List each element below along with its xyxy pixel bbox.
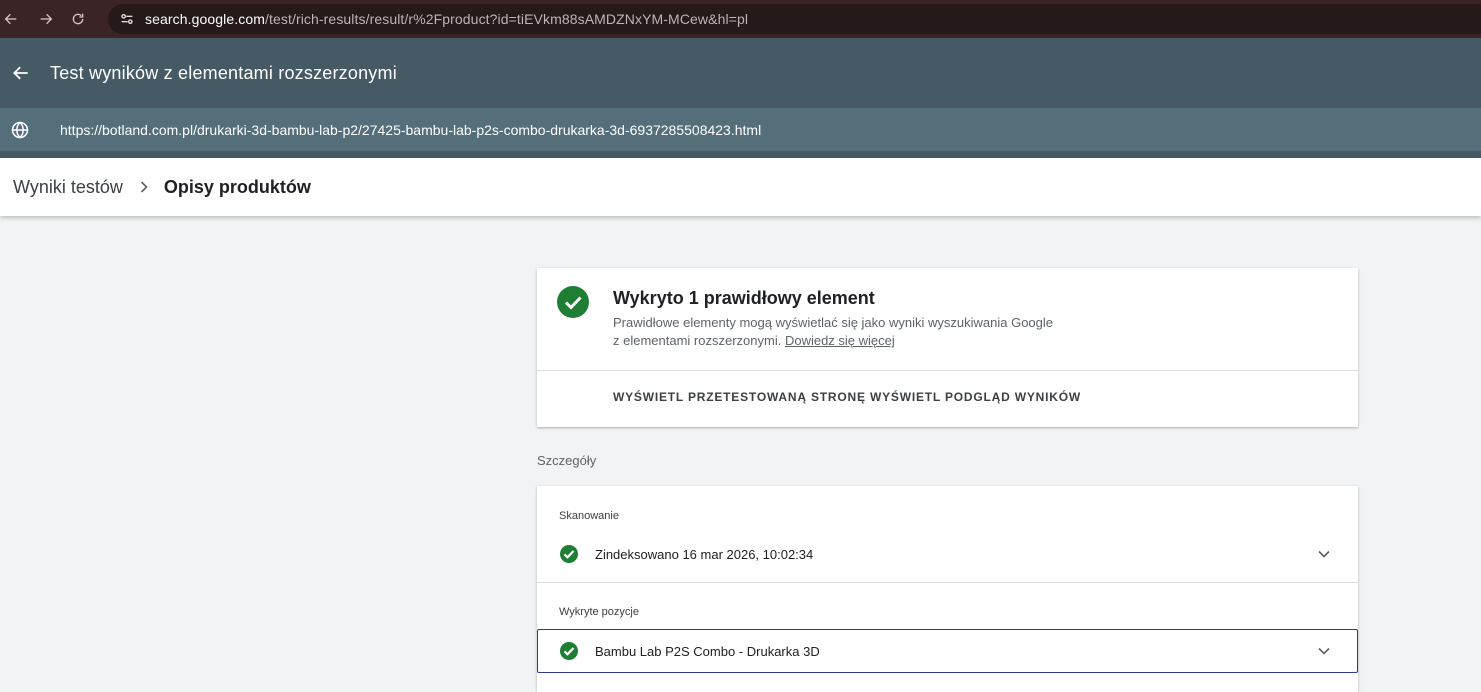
tested-url-bar: https://botland.com.pl/drukarki-3d-bambu…	[0, 108, 1481, 151]
arrow-back-icon	[4, 13, 17, 25]
view-results-preview-button[interactable]: WYŚWIETL PODGLĄD WYNIKÓW	[870, 390, 1081, 404]
summary-desc-line1: Prawidłowe elementy mogą wyświetlać się …	[613, 315, 1054, 330]
address-bar[interactable]: search.google.com/test/rich-results/resu…	[108, 4, 1481, 34]
arrow-back-icon	[13, 66, 28, 80]
divider	[537, 370, 1358, 371]
url-path: /test/rich-results/result/r%2Fproduct?id…	[265, 11, 749, 27]
url-host: search.google.com	[145, 11, 265, 27]
breadcrumb-test-results[interactable]: Wyniki testów	[13, 177, 123, 198]
app-header: Test wyników z elementami rozszerzonymi	[0, 38, 1481, 108]
breadcrumb-current: Opisy produktów	[163, 176, 311, 197]
browser-toolbar: search.google.com/test/rich-results/resu…	[0, 0, 1481, 38]
browser-back-button[interactable]	[0, 0, 22, 38]
details-card: Skanowanie Zindeksowano 16 mar 2026, 10:…	[537, 486, 1358, 692]
tested-url: https://botland.com.pl/drukarki-3d-bambu…	[60, 121, 762, 138]
summary-desc-line2: z elementami rozszerzonymi.	[613, 333, 782, 348]
globe-icon	[11, 120, 29, 139]
crawl-status-row[interactable]: Zindeksowano 16 mar 2026, 10:02:34	[537, 532, 1358, 576]
check-circle-icon	[560, 642, 578, 660]
summary-title: Wykryto 1 prawidłowy element	[613, 288, 875, 308]
back-button[interactable]	[0, 52, 42, 94]
reload-icon	[72, 13, 84, 25]
browser-reload-button[interactable]	[70, 0, 98, 38]
detected-item-row[interactable]: Bambu Lab P2S Combo - Drukarka 3D	[537, 629, 1358, 673]
arrow-forward-icon	[40, 13, 53, 25]
crawl-status-text: Zindeksowano 16 mar 2026, 10:02:34	[595, 546, 814, 562]
details-section-label: Szczegóły	[537, 453, 597, 468]
site-settings-icon	[121, 14, 133, 24]
crawl-group-label: Skanowanie	[559, 510, 619, 522]
view-tested-page-button[interactable]: WYŚWIETL PRZETESTOWANĄ STRONĘ	[613, 390, 866, 404]
site-settings-button[interactable]	[112, 4, 142, 34]
address-bar-url: search.google.com/test/rich-results/resu…	[145, 11, 748, 27]
divider	[537, 582, 1358, 583]
chevron-down-icon	[1318, 647, 1330, 655]
check-circle-icon	[560, 545, 578, 563]
detected-items-label: Wykryte pozycje	[559, 606, 639, 618]
chevron-down-icon	[1318, 550, 1330, 558]
summary-description: Prawidłowe elementy mogą wyświetlać się …	[613, 314, 1093, 350]
page-title: Test wyników z elementami rozszerzonymi	[50, 62, 397, 83]
header-strip	[0, 151, 1481, 158]
learn-more-link[interactable]: Dowiedz się więcej	[785, 333, 895, 348]
chevron-right-icon	[140, 181, 148, 193]
breadcrumb: Wyniki testów Opisy produktów	[0, 158, 1481, 216]
detected-item-text: Bambu Lab P2S Combo - Drukarka 3D	[595, 643, 820, 659]
browser-forward-button[interactable]	[22, 0, 70, 38]
summary-card: Wykryto 1 prawidłowy element Prawidłowe …	[537, 268, 1358, 427]
check-circle-icon	[557, 286, 589, 318]
